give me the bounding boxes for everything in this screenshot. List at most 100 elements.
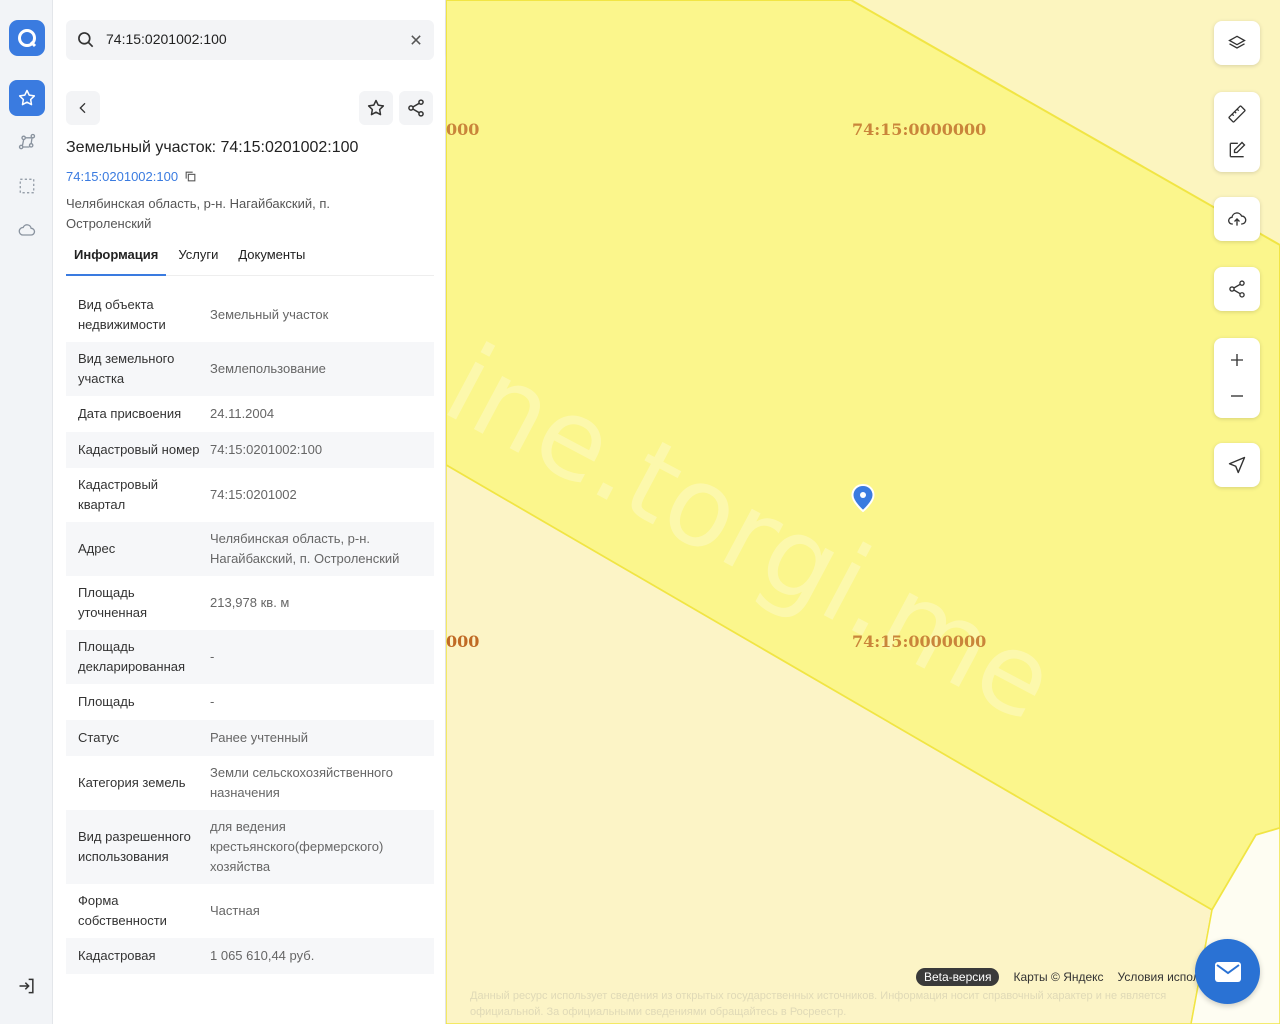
- favorite-button[interactable]: [359, 91, 393, 125]
- row-key: Вид объекта недвижимости: [78, 297, 166, 332]
- tab-services[interactable]: Услуги: [170, 240, 226, 276]
- table-row: Вид объекта недвижимости Земельный участо…: [66, 288, 434, 342]
- cadastral-link[interactable]: 74:15:0201002:100: [66, 169, 197, 184]
- layers-icon: [1228, 35, 1246, 49]
- locate-icon: [1228, 456, 1246, 474]
- map-label: 000: [446, 632, 480, 651]
- map-disclaimer: Данный ресурс использует сведения из отк…: [470, 990, 1167, 1018]
- parcel-address: Челябинская область, р-н. Нагайбакский, …: [66, 196, 331, 231]
- zoom-control: [1214, 338, 1260, 418]
- zoom-in-icon: [1231, 354, 1243, 366]
- route-icon: [18, 133, 36, 150]
- row-value: 74:15:0201002: [210, 487, 297, 502]
- terms-link[interactable]: Условия исполь: [1118, 970, 1206, 984]
- row-value: 24.11.2004: [210, 406, 275, 421]
- logo-icon[interactable]: [9, 20, 45, 56]
- page-title: Земельный участок: 74:15:0201002:100: [66, 139, 359, 156]
- tab-documents[interactable]: Документы: [230, 240, 313, 276]
- map-copyright[interactable]: Карты © Яндекс: [1013, 970, 1103, 984]
- row-key: Категория земель: [78, 775, 186, 790]
- zoom-in-button[interactable]: [1214, 342, 1260, 378]
- row-value: Частная: [210, 903, 260, 918]
- star-icon: [367, 99, 385, 116]
- feedback-button[interactable]: [1195, 939, 1260, 1004]
- share-map-control[interactable]: [1214, 267, 1260, 311]
- row-value: Землепользование: [210, 361, 326, 376]
- mail-icon: [1214, 961, 1241, 982]
- table-row: Статус Ранее учтенный: [66, 720, 434, 756]
- table-row: Площадь уточненная 213,978 кв. м: [66, 576, 434, 630]
- favorites-button[interactable]: [9, 80, 45, 116]
- left-rail: [0, 0, 53, 1024]
- route-button[interactable]: [9, 124, 45, 160]
- share-icon: [408, 99, 424, 117]
- row-key: Кадастровый квартал: [78, 477, 159, 512]
- cadastral-number[interactable]: 74:15:0201002:100: [66, 169, 178, 184]
- locate-control[interactable]: [1214, 443, 1260, 487]
- row-key: Адрес: [78, 541, 116, 556]
- row-key: Вид земельного участка: [78, 351, 175, 386]
- row-value: -: [210, 649, 215, 664]
- row-value: Земли сельскохозяйственного назначения: [210, 765, 393, 800]
- logout-icon: [19, 978, 34, 994]
- tab-info[interactable]: Информация: [66, 240, 167, 276]
- back-button[interactable]: [66, 91, 100, 125]
- info-panel: 74:15:0201002:100 Земельный участок: 74:…: [53, 0, 446, 1024]
- table-row: Вид земельного участка Землепользование: [66, 342, 434, 396]
- row-key: Площадь: [78, 694, 135, 709]
- upload-control[interactable]: [1214, 197, 1260, 241]
- upload-icon: [1228, 212, 1247, 226]
- row-key: Кадастровая: [78, 948, 156, 963]
- star-icon: [18, 89, 36, 106]
- table-row: Форма собственности Частная: [66, 884, 434, 938]
- measure-edit-control: [1214, 92, 1260, 172]
- share-button[interactable]: [399, 91, 433, 125]
- layers-control[interactable]: [1214, 21, 1260, 65]
- row-key: Площадь декларированная: [78, 639, 186, 674]
- table-row: Дата присвоения 24.11.2004: [66, 396, 434, 432]
- share-icon: [1229, 280, 1245, 298]
- beta-badge: Beta-версия: [916, 968, 1000, 986]
- cloud-icon: [18, 224, 36, 236]
- cloud-button[interactable]: [9, 212, 45, 248]
- chevron-left-icon: [79, 102, 86, 114]
- search-input[interactable]: 74:15:0201002:100: [106, 31, 227, 47]
- row-key: Кадастровый номер: [78, 442, 200, 457]
- row-value: Челябинская область, р-н. Нагайбакский, …: [210, 531, 400, 566]
- ruler-button[interactable]: [1214, 96, 1260, 132]
- close-icon[interactable]: [406, 30, 426, 50]
- row-key: Форма собственности: [78, 893, 167, 928]
- ruler-icon: [1228, 105, 1246, 123]
- location-pin-icon[interactable]: [851, 484, 875, 512]
- map-label: 000: [446, 120, 480, 139]
- search-icon: [78, 32, 94, 48]
- row-value: 1 065 610,44 руб.: [210, 948, 315, 963]
- row-value: Ранее учтенный: [210, 730, 308, 745]
- zoom-out-button[interactable]: [1214, 378, 1260, 414]
- row-value: 213,978 кв. м: [210, 595, 290, 610]
- table-row: Адрес Челябинская область, р-н. Нагайбакс…: [66, 522, 434, 576]
- table-row: Площадь декларированная -: [66, 630, 434, 684]
- search-box[interactable]: 74:15:0201002:100: [66, 20, 434, 60]
- table-row: Кадастровый квартал 74:15:0201002: [66, 468, 434, 522]
- info-table: Вид объекта недвижимости Земельный участо…: [66, 288, 434, 1002]
- table-row: Площадь -: [66, 684, 434, 720]
- map-canvas[interactable]: ine.torgi.me 000 74:15:0000000 000 74:15…: [446, 0, 1280, 1024]
- edit-button[interactable]: [1214, 132, 1260, 168]
- selection-button[interactable]: [9, 168, 45, 204]
- row-key: Дата присвоения: [78, 406, 182, 421]
- copy-icon[interactable]: [184, 170, 197, 183]
- table-row: Вид разрешенного использования для ведени…: [66, 810, 434, 884]
- row-key: Статус: [78, 730, 120, 745]
- row-key: Вид разрешенного использования: [78, 829, 191, 864]
- row-value: 74:15:0201002:100: [210, 442, 323, 457]
- table-row: Категория земель Земли сельскохозяйственн…: [66, 756, 434, 810]
- map-label: 74:15:0000000: [852, 632, 987, 651]
- tabs: Информация Услуги Документы: [66, 240, 434, 276]
- logout-button[interactable]: [9, 968, 45, 1004]
- row-value: для ведения крестьянского(фермерского) х…: [210, 819, 384, 874]
- row-value: Земельный участок: [210, 307, 329, 322]
- table-row: Кадастровый номер 74:15:0201002:100: [66, 432, 434, 468]
- zoom-out-icon: [1231, 395, 1243, 397]
- table-row: Кадастровая 1 065 610,44 руб.: [66, 938, 434, 974]
